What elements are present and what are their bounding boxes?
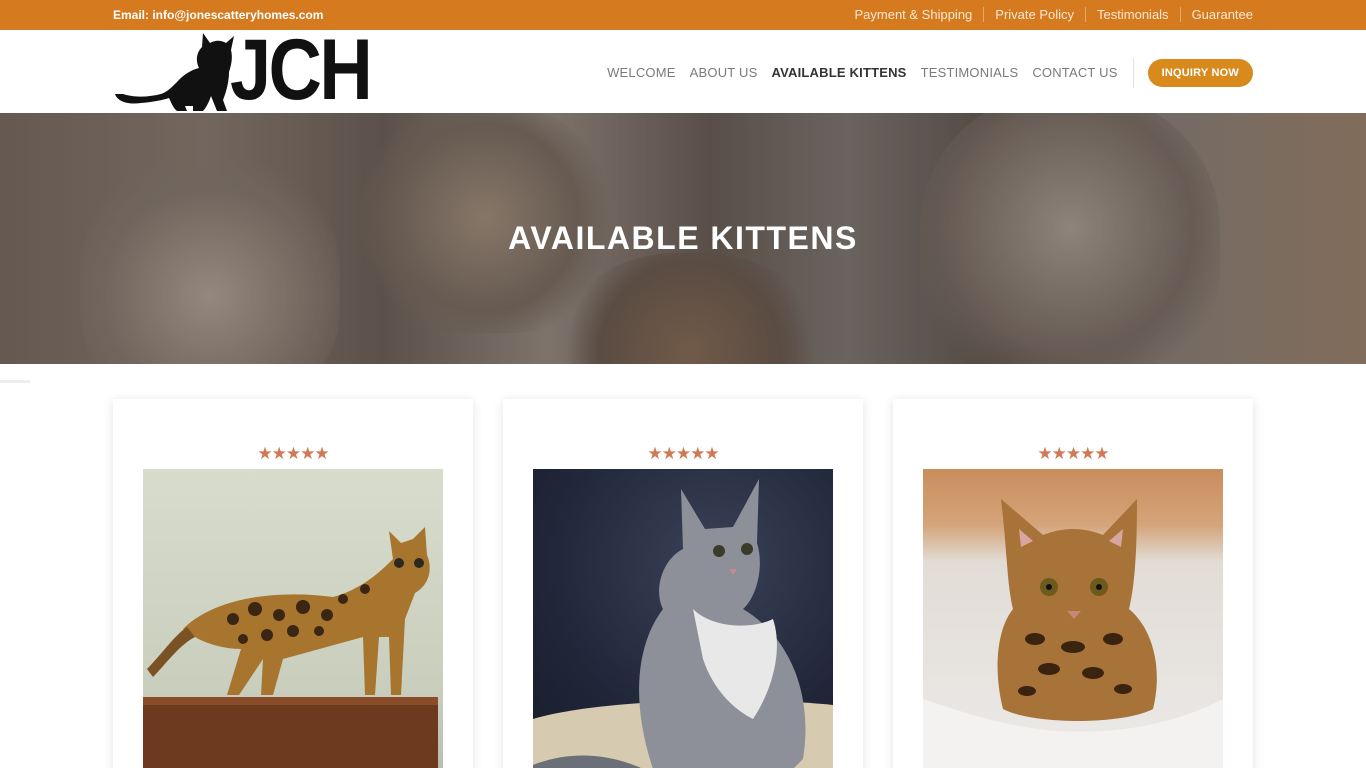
inquiry-now-button[interactable]: INQUIRY NOW bbox=[1147, 59, 1253, 87]
rating-stars: ★★★★★ bbox=[257, 444, 329, 463]
guarantee-link[interactable]: Guarantee bbox=[1179, 7, 1253, 22]
main-nav: WELCOME ABOUT US AVAILABLE KITTENS TESTI… bbox=[593, 58, 1253, 88]
payment-shipping-link[interactable]: Payment & Shipping bbox=[843, 7, 983, 22]
kitten-card[interactable]: ★★★★★ bbox=[893, 399, 1253, 768]
top-bar: Email: info@jonescatteryhomes.com Paymen… bbox=[0, 0, 1366, 30]
kitten-card[interactable]: ★★★★★ bbox=[503, 399, 863, 768]
logo-text: JCH bbox=[230, 22, 373, 118]
site-header: JCH WELCOME ABOUT US AVAILABLE KITTENS T… bbox=[0, 26, 1366, 114]
rating-stars: ★★★★★ bbox=[647, 444, 719, 463]
page-title: AVAILABLE KITTENS bbox=[508, 220, 858, 256]
private-policy-link[interactable]: Private Policy bbox=[983, 7, 1085, 22]
hero-banner: AVAILABLE KITTENS bbox=[0, 113, 1366, 364]
side-tab bbox=[0, 380, 30, 383]
kitten-photo-art bbox=[533, 479, 833, 768]
nav-contact-us[interactable]: CONTACT US bbox=[1032, 59, 1117, 87]
rating-stars: ★★★★★ bbox=[1037, 444, 1109, 463]
nav-about-us[interactable]: ABOUT US bbox=[690, 59, 758, 87]
nav-divider bbox=[1132, 58, 1134, 88]
kitten-card[interactable]: ★★★★★ bbox=[113, 399, 473, 768]
kitten-photo[interactable] bbox=[533, 469, 833, 768]
testimonials-top-link[interactable]: Testimonials bbox=[1085, 7, 1180, 22]
kitten-photo[interactable] bbox=[143, 469, 443, 768]
kitten-photo[interactable] bbox=[923, 469, 1223, 768]
site-logo[interactable]: JCH bbox=[113, 26, 388, 114]
top-links: Payment & Shipping Private Policy Testim… bbox=[843, 7, 1253, 22]
kitten-photo-art bbox=[923, 499, 1223, 768]
nav-welcome[interactable]: WELCOME bbox=[607, 59, 676, 87]
cat-silhouette-icon bbox=[115, 33, 234, 111]
nav-testimonials[interactable]: TESTIMONIALS bbox=[921, 59, 1019, 87]
nav-available-kittens[interactable]: AVAILABLE KITTENS bbox=[771, 59, 906, 87]
kitten-photo-art bbox=[143, 527, 438, 768]
contact-email[interactable]: Email: info@jonescatteryhomes.com bbox=[113, 8, 323, 22]
